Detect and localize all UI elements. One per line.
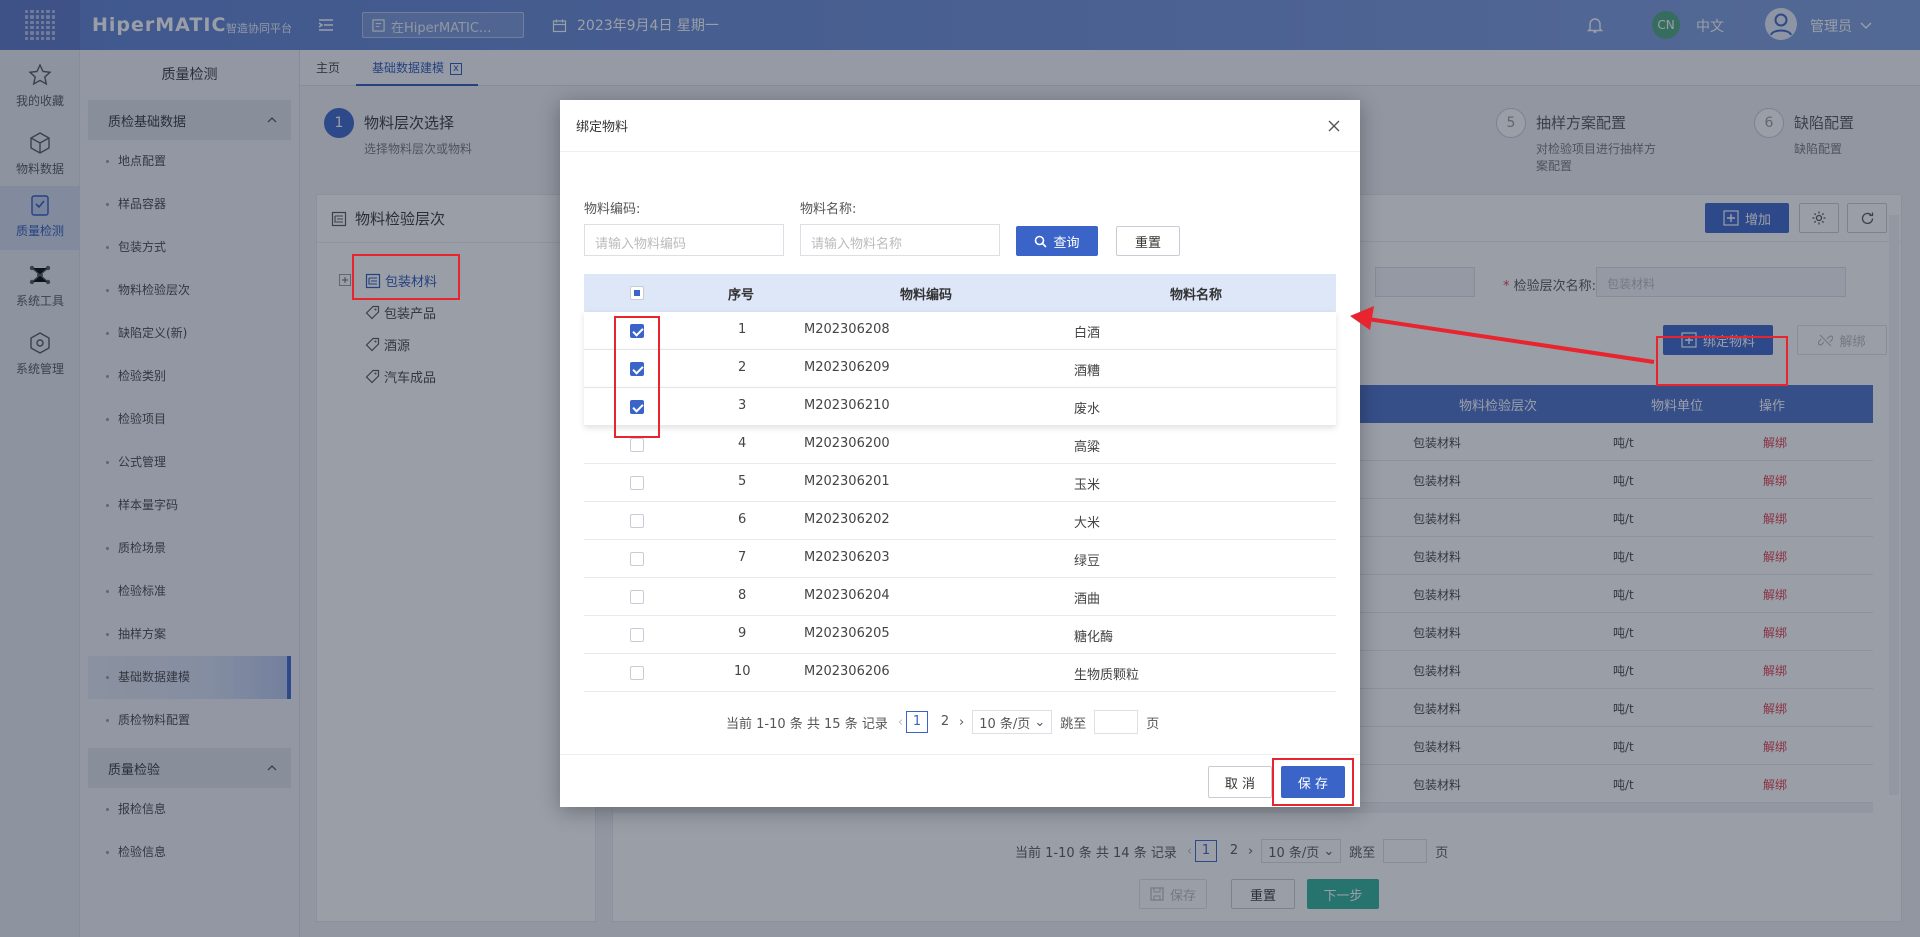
annotation-arrow [1350,306,1655,364]
